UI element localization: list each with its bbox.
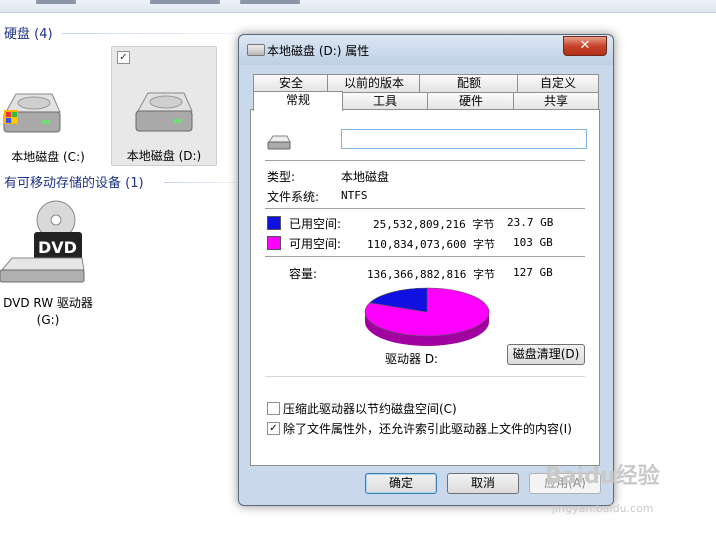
tab-general[interactable]: 常规 — [253, 91, 343, 111]
type-value: 本地磁盘 — [341, 170, 390, 184]
group-divider — [164, 182, 238, 183]
general-tab-panel: 类型: 本地磁盘 文件系统: NTFS 已用空间: 25,532,809,216… — [250, 109, 600, 466]
disk-cleanup-button[interactable]: 磁盘清理(D) — [507, 344, 585, 365]
divider — [265, 208, 585, 210]
drive-label: DVD RW 驱动器 — [3, 296, 93, 310]
used-color-swatch — [267, 216, 281, 230]
dialog-titlebar[interactable]: 本地磁盘 (D:) 属性 ✕ — [239, 35, 613, 65]
group-header-hard-disks[interactable]: 硬盘 (4) — [4, 23, 53, 42]
hard-drive-icon — [135, 92, 193, 132]
divider — [265, 256, 585, 258]
free-space-bytes: 110,834,073,600 字节 — [367, 238, 495, 251]
drive-label-letter: (G:) — [36, 313, 60, 327]
free-space-gb: 103 GB — [513, 236, 553, 249]
tab-previous-versions[interactable]: 以前的版本 — [327, 74, 421, 92]
used-space-label: 已用空间: — [289, 217, 342, 231]
tab-tools[interactable]: 工具 — [341, 92, 429, 110]
capacity-gb: 127 GB — [513, 266, 553, 279]
dialog-title: 本地磁盘 (D:) 属性 — [267, 44, 370, 58]
compress-option-label[interactable]: 压缩此驱动器以节约磁盘空间(C) — [283, 400, 457, 417]
used-space-bytes: 25,532,809,216 字节 — [373, 218, 495, 231]
disk-usage-pie-chart — [364, 287, 490, 346]
explorer-toolbar-strip — [0, 0, 716, 13]
cancel-button[interactable]: 取消 — [447, 473, 519, 494]
free-space-label: 可用空间: — [289, 237, 342, 251]
drive-icon — [247, 44, 265, 56]
capacity-bytes: 136,366,882,816 字节 — [367, 268, 495, 281]
index-checkbox[interactable]: ✓ — [267, 422, 280, 435]
tab-hardware[interactable]: 硬件 — [427, 92, 515, 110]
capacity-label: 容量: — [289, 267, 318, 281]
drive-c[interactable]: 本地磁盘 (C:) — [0, 86, 100, 166]
tab-sharing[interactable]: 共享 — [513, 92, 599, 110]
divider — [265, 160, 585, 162]
tab-security[interactable]: 安全 — [253, 74, 329, 92]
divider — [265, 376, 585, 378]
drive-label: 本地磁盘 (C:) — [11, 150, 85, 164]
ok-button[interactable]: 确定 — [365, 473, 437, 494]
used-space-gb: 23.7 GB — [507, 216, 554, 229]
drive-g-dvd[interactable]: DVD DVD RW 驱动器 (G:) — [0, 200, 100, 330]
filesystem-value: NTFS — [341, 189, 368, 202]
toolbar-item-fragment[interactable] — [36, 0, 76, 4]
baidu-watermark-logo: Baidu经验 — [545, 464, 660, 489]
free-color-swatch — [267, 236, 281, 250]
drive-label: 本地磁盘 (D:) — [126, 149, 202, 163]
dvd-badge: DVD — [38, 238, 77, 257]
properties-dialog: 本地磁盘 (D:) 属性 ✕ 安全 以前的版本 配额 自定义 常规 工具 硬件 … — [238, 34, 614, 506]
drive-letter-label: 驱动器 D: — [385, 352, 439, 366]
drive-icon — [267, 135, 291, 150]
select-checkbox[interactable]: ✓ — [117, 51, 130, 64]
toolbar-item-fragment[interactable] — [240, 0, 300, 4]
baidu-watermark-url: jingyan.baidu.com — [552, 502, 654, 515]
close-button[interactable]: ✕ — [563, 36, 607, 56]
group-divider — [62, 33, 234, 34]
tab-quota[interactable]: 配额 — [419, 74, 519, 92]
group-header-removable[interactable]: 有可移动存储的设备 (1) — [4, 172, 144, 191]
volume-name-input[interactable] — [341, 129, 587, 149]
compress-checkbox[interactable] — [267, 402, 280, 415]
toolbar-item-fragment[interactable] — [150, 0, 220, 4]
type-label: 类型: — [267, 170, 296, 184]
tab-customize[interactable]: 自定义 — [517, 74, 599, 92]
drive-d[interactable]: ✓ 本地磁盘 (D:) — [111, 46, 217, 166]
index-option-label[interactable]: 除了文件属性外，还允许索引此驱动器上文件的内容(I) — [283, 420, 572, 437]
hard-drive-icon — [3, 93, 61, 133]
filesystem-label: 文件系统: — [267, 190, 320, 204]
